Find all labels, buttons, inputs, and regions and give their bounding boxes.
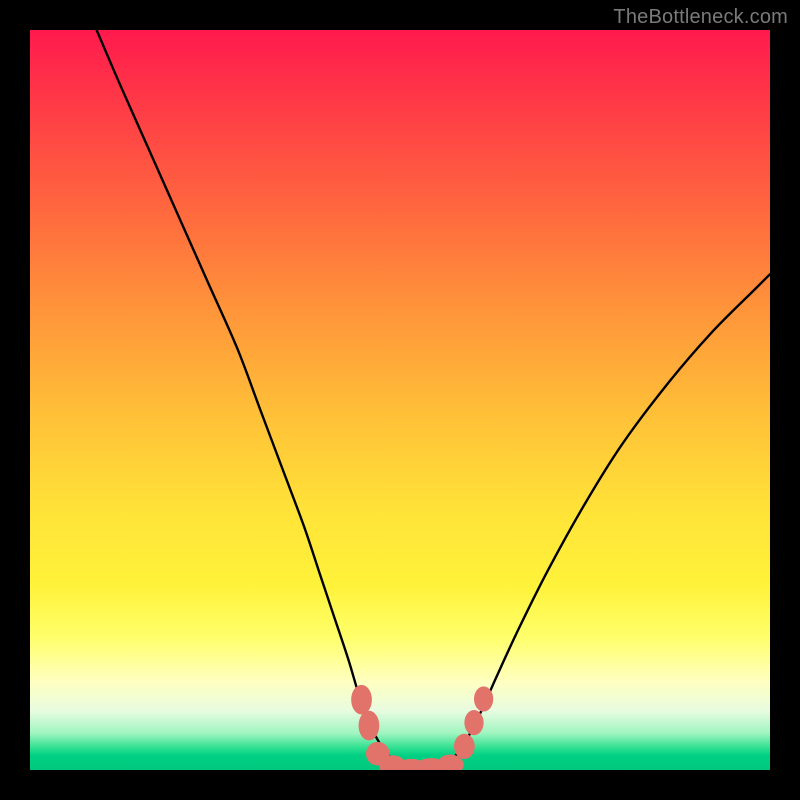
curve-marker [454,734,475,759]
curve-marker [351,685,372,715]
chart-frame: TheBottleneck.com [0,0,800,800]
bottleneck-curve [97,30,770,769]
curve-marker [474,686,493,711]
marker-group [351,685,493,770]
chart-svg [30,30,770,770]
plot-area [30,30,770,770]
curve-marker [359,711,380,741]
watermark-text: TheBottleneck.com [613,6,788,29]
curve-marker [464,710,483,735]
